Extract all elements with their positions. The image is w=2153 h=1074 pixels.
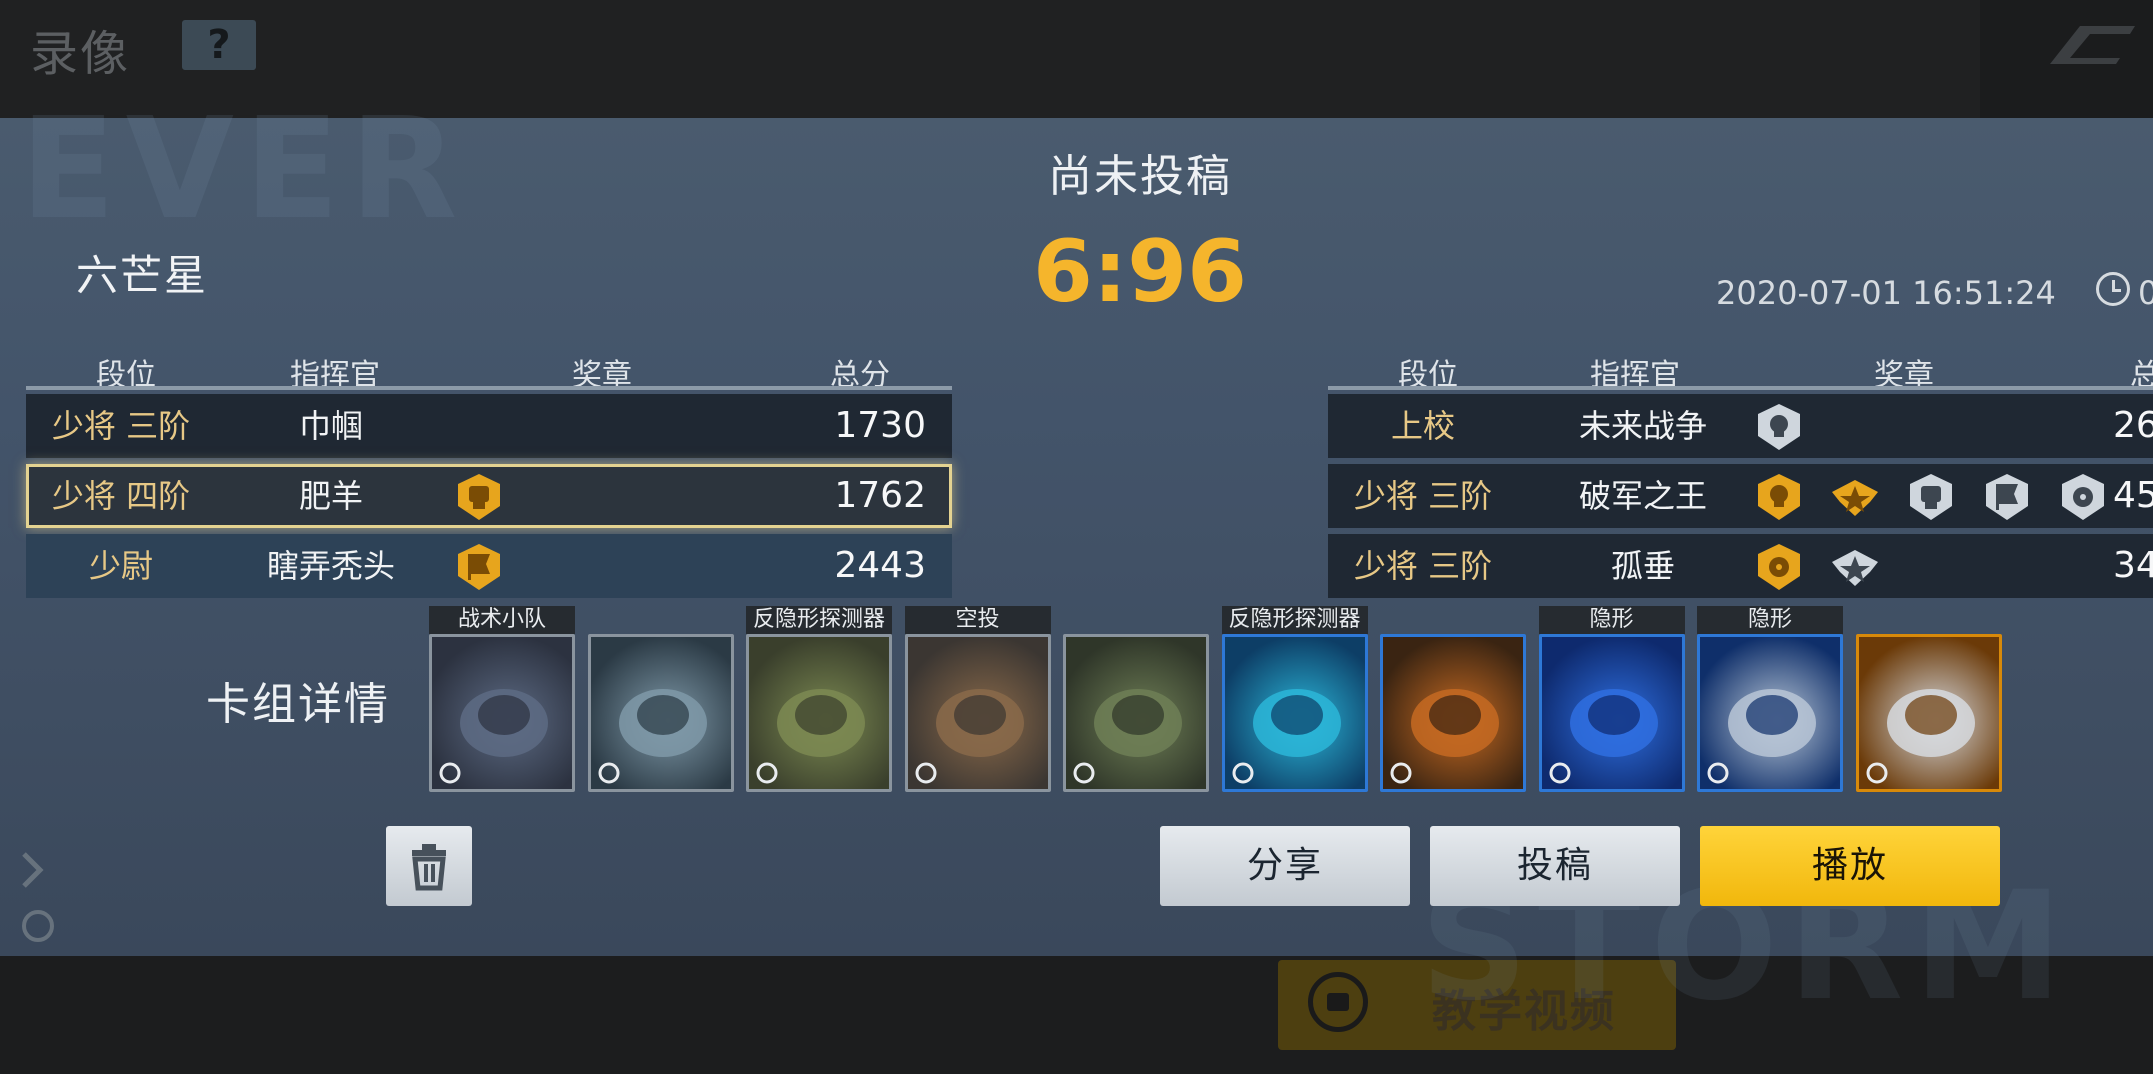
commander-name: 破军之王 [1578,477,1707,515]
deck-details-label: 卡组详情 [206,679,390,730]
deck-card[interactable] [1697,634,1843,792]
play-button[interactable]: 播放 [1700,826,2000,906]
silver-radiation-medal-icon [2058,472,2108,522]
right-team-row[interactable]: 上校 未来战争 26 [1328,394,2153,458]
card-tag: 战术小队 [429,606,575,634]
gold-flag-medal-icon [454,542,504,592]
video-camera-icon [1308,972,1368,1032]
match-datetime: 2020-07-01 16:51:24 [1716,274,2056,312]
deck-card[interactable] [1221,634,1368,792]
card-tag: 反隐形探测器 [746,606,892,634]
commander-name: 未来战争 [1578,407,1707,445]
total-score: 45 [2113,475,2153,516]
player-rank: 少将 三阶 [51,407,191,445]
card-tag: 空投 [904,606,1051,634]
player-rank: 少将 三阶 [1353,477,1493,515]
cyan-drone-card-icon [1225,637,1365,789]
deck-card[interactable] [1380,634,1526,792]
mech-pod-card-icon [591,637,731,789]
right-team-row[interactable]: 少将 三阶 破军之王 45 [1328,464,2153,528]
share-button[interactable]: 分享 [1160,826,1410,906]
help-button[interactable]: ? [182,20,256,70]
gold-radiation-medal-icon [1754,542,1804,592]
commander-name: 瞎弄秃头 [266,547,395,585]
total-score: 1730 [834,405,926,446]
silver-wings-medal-icon [1830,542,1880,592]
white-hover-tank-card-icon [1700,637,1840,789]
right-header-divider [1328,386,2153,390]
commander-name: 巾帼 [298,407,363,445]
gold-fist-medal-icon [454,472,504,522]
left-team-row[interactable]: 少尉 瞎弄秃头 2443 [26,534,952,598]
infantry-squad-card-icon [432,637,572,789]
right-team-row[interactable]: 少将 三阶 孤垂 34 [1328,534,2153,598]
commander-name: 肥羊 [298,477,363,515]
card-tag: 隐形 [1538,606,1685,634]
match-duration: 0 [2138,274,2153,312]
submit-button[interactable]: 投稿 [1430,826,1680,906]
deck-card[interactable] [429,634,575,792]
screen-title: 录像 [30,26,131,82]
delete-button[interactable] [386,826,472,906]
left-team-name: 六芒星 [76,251,209,300]
player-rank: 少尉 [88,547,153,585]
silver-flag-medal-icon [1982,472,2032,522]
total-score: 1762 [834,475,926,516]
green-tank-card-icon [1066,637,1206,789]
card-tag: 反隐形探测器 [1221,606,1368,634]
green-walker-card-icon [749,637,889,789]
stealth-jet-card-icon [1542,637,1682,789]
card-tag: 隐形 [1697,606,1843,634]
player-rank: 上校 [1390,407,1455,445]
submission-status: 尚未投稿 [1048,151,1232,202]
commander-name: 孤垂 [1610,547,1675,585]
total-score: 2443 [834,545,926,586]
trash-icon [412,844,446,891]
deck-card[interactable] [904,634,1051,792]
left-team-row[interactable]: 少将 三阶 巾帼 1730 [26,394,952,458]
player-rank: 少将 三阶 [1353,547,1493,585]
total-score: 34 [2113,545,2153,586]
game-logo-icon [2050,26,2135,64]
missile-turret-card-icon [908,637,1048,789]
gold-hover-craft-card-icon [1859,637,1999,789]
gold-wings-medal-icon [1830,472,1880,522]
silver-skull-medal-icon [1754,402,1804,452]
player-rank: 少将 四阶 [51,477,191,515]
gold-skull-medal-icon [1754,472,1804,522]
silver-fist-medal-icon [1906,472,1956,522]
deck-card[interactable] [1063,634,1209,792]
battle-explosion-card-icon [1383,637,1523,789]
side-nav-icons [22,852,54,942]
deck-card[interactable] [1538,634,1685,792]
deck-card[interactable] [1855,634,2002,792]
total-score: 26 [2113,405,2153,446]
clock-icon [2096,272,2130,306]
deck-card[interactable] [587,634,734,792]
left-header-divider [26,386,952,390]
left-team-row[interactable]: 少将 四阶 肥羊 1762 [26,464,952,528]
deck-card[interactable] [746,634,892,792]
